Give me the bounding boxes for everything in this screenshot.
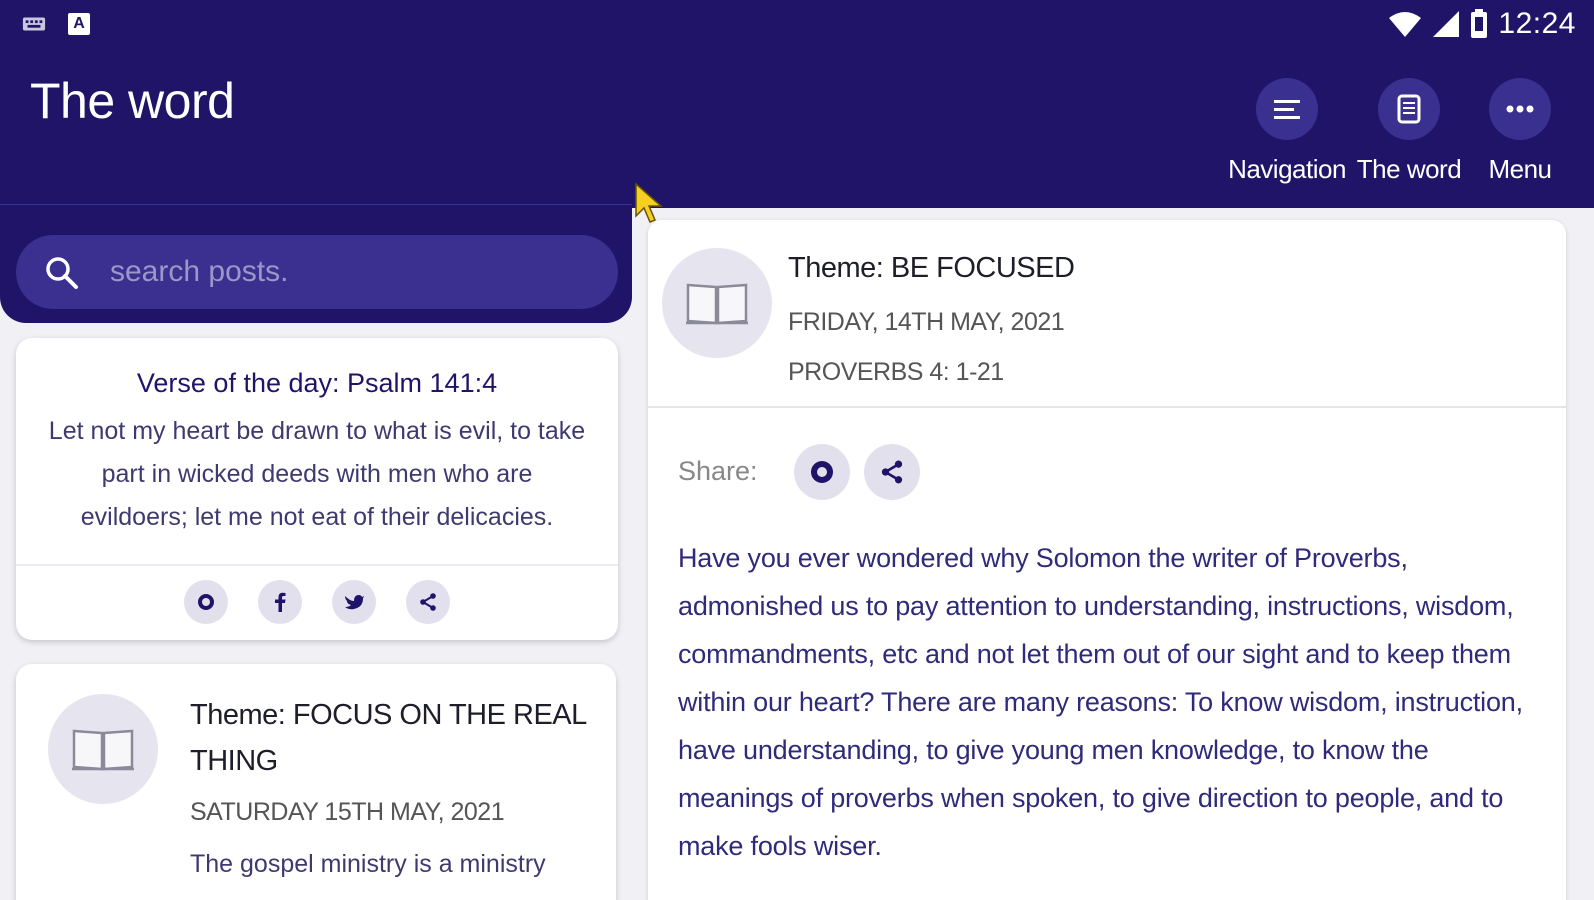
verse-share-row — [16, 580, 618, 624]
status-time: 12:24 — [1498, 7, 1576, 40]
post-date: SATURDAY 15TH MAY, 2021 — [190, 798, 505, 826]
share-label: Share: — [678, 456, 758, 486]
post-excerpt: The gospel ministry is a ministry — [190, 850, 546, 878]
detail-reference: PROVERBS 4: 1-21 — [788, 358, 1004, 386]
divider — [16, 564, 618, 566]
post-theme: Theme: FOCUS ON THE REAL THING — [190, 699, 586, 777]
menu-label: Menu — [1488, 154, 1552, 184]
mouse-cursor-icon — [635, 182, 663, 223]
search-panel — [0, 205, 632, 323]
app-bar: A 12:24 The word Navigation The word Men… — [0, 0, 1594, 208]
app-title: The word — [30, 73, 235, 129]
book-icon — [48, 694, 158, 804]
whatsapp-icon[interactable] — [184, 580, 228, 624]
facebook-icon[interactable] — [258, 580, 302, 624]
post-detail-panel: Theme: BE FOCUSED FRIDAY, 14TH MAY, 2021… — [648, 220, 1566, 900]
verse-of-the-day-card[interactable]: Verse of the day: Psalm 141:4 Let not my… — [16, 338, 618, 640]
detail-theme: Theme: BE FOCUSED — [788, 252, 1075, 284]
navigation-button[interactable]: Navigation — [1222, 78, 1352, 185]
search-icon — [46, 257, 78, 289]
document-icon[interactable] — [1378, 78, 1440, 140]
status-right: 12:24 — [1388, 6, 1576, 42]
menu-button[interactable]: Menu — [1480, 78, 1560, 185]
list-icon[interactable] — [1256, 78, 1318, 140]
share-icon[interactable] — [406, 580, 450, 624]
search-box[interactable] — [16, 235, 618, 309]
the-word-button[interactable]: The word — [1352, 78, 1466, 185]
share-icon[interactable] — [864, 444, 920, 500]
divider — [648, 406, 1566, 408]
more-icon[interactable] — [1489, 78, 1551, 140]
post-card[interactable]: Theme: FOCUS ON THE REAL THING SATURDAY … — [16, 664, 616, 900]
the-word-label: The word — [1356, 154, 1462, 184]
whatsapp-icon[interactable] — [794, 444, 850, 500]
wifi-icon — [1389, 12, 1422, 37]
search-input[interactable] — [110, 249, 590, 295]
verse-title: Verse of the day: Psalm 141:4 — [136, 368, 498, 398]
status-bar: A 12:24 — [0, 0, 1594, 48]
detail-body: Have you ever wondered why Solomon the w… — [678, 543, 1523, 861]
signal-icon — [1433, 11, 1460, 37]
detail-date: FRIDAY, 14TH MAY, 2021 — [788, 308, 1065, 336]
battery-icon — [1471, 9, 1488, 38]
verse-text: Let not my heart be drawn to what is evi… — [48, 417, 586, 531]
a-icon: A — [68, 13, 90, 35]
twitter-icon[interactable] — [332, 580, 376, 624]
keyboard-icon — [22, 17, 46, 31]
navigation-label: Navigation — [1228, 154, 1346, 184]
book-icon — [662, 248, 772, 358]
